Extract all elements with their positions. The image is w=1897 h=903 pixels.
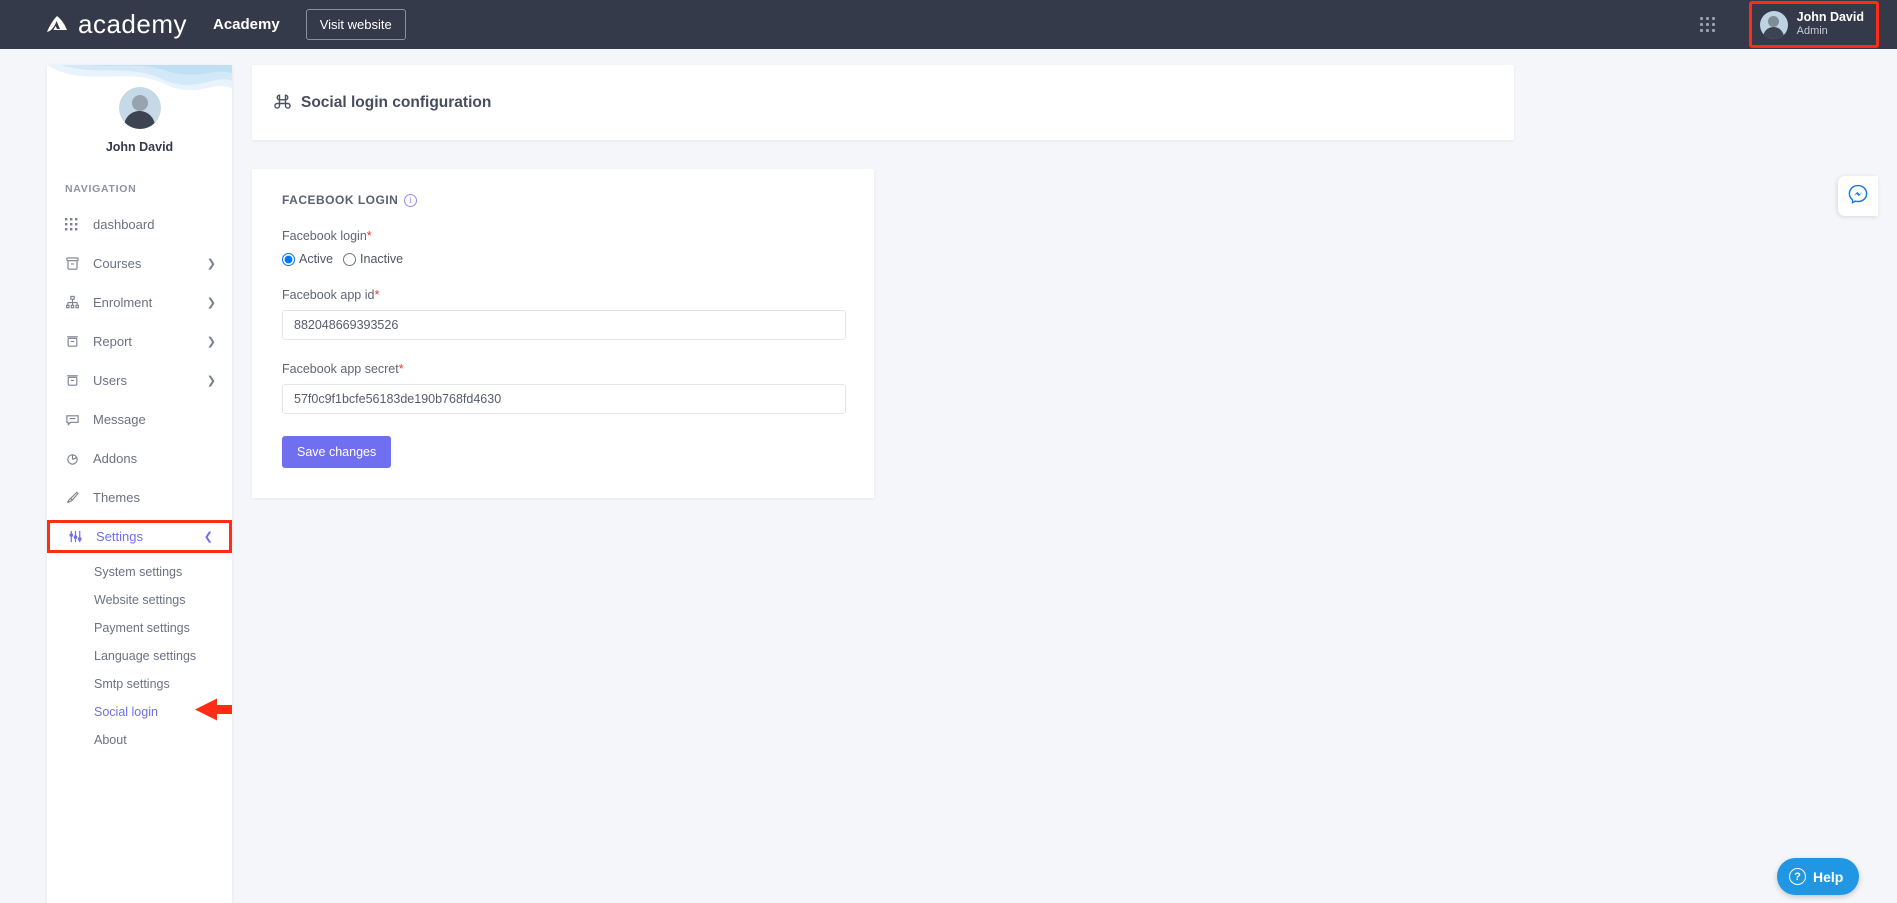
- info-circle-icon[interactable]: i: [404, 194, 417, 207]
- radio-input-inactive[interactable]: [343, 253, 356, 266]
- brand-logo[interactable]: academy: [44, 9, 187, 40]
- topbar-right-group: John David Admin: [1700, 1, 1897, 48]
- messenger-icon: [1847, 183, 1869, 210]
- brand-name: Academy: [213, 16, 280, 33]
- sidebar-item-enrolment[interactable]: Enrolment ❯: [47, 283, 232, 322]
- user-avatar-icon: [1760, 11, 1788, 39]
- sidebar-item-users[interactable]: Users ❯: [47, 361, 232, 400]
- chevron-right-icon: ❯: [207, 296, 216, 309]
- facebook-app-secret-input[interactable]: [282, 384, 846, 414]
- sidebar-item-label: Message: [93, 412, 216, 427]
- brush-icon: [65, 490, 85, 505]
- submenu-item-language-settings[interactable]: Language settings: [47, 642, 232, 670]
- sidebar-item-report[interactable]: Report ❯: [47, 322, 232, 361]
- sidebar-item-label: Addons: [93, 451, 216, 466]
- required-mark: *: [374, 288, 379, 302]
- sidebar-item-dashboard[interactable]: dashboard: [47, 205, 232, 244]
- sidebar-item-label: Report: [93, 334, 207, 349]
- form-legend-label: FACEBOOK LOGIN: [282, 193, 398, 207]
- sliders-icon: [68, 529, 88, 544]
- chevron-right-icon: ❯: [207, 374, 216, 387]
- radio-label-active: Active: [299, 252, 333, 266]
- required-mark: *: [399, 362, 404, 376]
- archive-icon: [65, 256, 85, 271]
- top-navigation-bar: academy Academy Visit website John David…: [0, 0, 1897, 49]
- logo-wordmark: academy: [78, 9, 187, 40]
- sidebar-item-label: Courses: [93, 256, 207, 271]
- submenu-item-about[interactable]: About: [47, 726, 232, 754]
- apps-grid-icon[interactable]: [1700, 17, 1715, 32]
- chat-icon: [65, 412, 85, 427]
- visit-website-button[interactable]: Visit website: [306, 9, 406, 40]
- facebook-login-status-label: Facebook login*: [282, 229, 844, 243]
- chevron-down-icon: ❮: [204, 530, 213, 543]
- facebook-app-secret-label: Facebook app secret*: [282, 362, 844, 376]
- sidebar-item-label: dashboard: [93, 217, 216, 232]
- facebook-app-id-label: Facebook app id*: [282, 288, 844, 302]
- sidebar-item-label: Enrolment: [93, 295, 207, 310]
- sidebar-item-message[interactable]: Message: [47, 400, 232, 439]
- submenu-item-system-settings[interactable]: System settings: [47, 558, 232, 586]
- settings-submenu: System settings Website settings Payment…: [47, 556, 232, 754]
- sidebar-item-courses[interactable]: Courses ❯: [47, 244, 232, 283]
- form-legend: FACEBOOK LOGIN i: [282, 193, 844, 207]
- sidebar-item-settings[interactable]: Settings ❮: [47, 520, 232, 553]
- sidebar-item-themes[interactable]: Themes: [47, 478, 232, 517]
- sidebar-user-name: John David: [47, 140, 232, 154]
- submenu-row-social-login: Social login: [47, 698, 232, 726]
- sidebar-item-label: Settings: [96, 529, 204, 544]
- command-icon: [274, 92, 291, 114]
- sidebar: John David NAVIGATION dashboard Courses …: [47, 65, 232, 903]
- submenu-item-website-settings[interactable]: Website settings: [47, 586, 232, 614]
- help-button[interactable]: ? Help: [1777, 858, 1859, 895]
- pie-chart-icon: [65, 451, 85, 466]
- navigation-list: dashboard Courses ❯ Enrolment ❯: [47, 205, 232, 754]
- facebook-login-status-radio-group[interactable]: Active Inactive: [282, 252, 844, 266]
- box-icon: [65, 373, 85, 388]
- user-name: John David: [1797, 10, 1864, 26]
- sidebar-item-label: Users: [93, 373, 207, 388]
- facebook-app-id-input[interactable]: [282, 310, 846, 340]
- save-changes-button[interactable]: Save changes: [282, 436, 391, 468]
- radio-input-active[interactable]: [282, 253, 295, 266]
- user-profile-menu[interactable]: John David Admin: [1749, 1, 1879, 48]
- navigation-section-title: NAVIGATION: [65, 183, 232, 195]
- radio-option-inactive[interactable]: Inactive: [343, 252, 403, 266]
- radio-label-inactive: Inactive: [360, 252, 403, 266]
- box-icon: [65, 334, 85, 349]
- submenu-item-social-login[interactable]: Social login: [47, 698, 158, 726]
- pointer-arrow-icon: [195, 699, 232, 726]
- radio-option-active[interactable]: Active: [282, 252, 333, 266]
- academy-logo-icon: [44, 12, 70, 38]
- required-mark: *: [367, 229, 372, 243]
- user-role: Admin: [1797, 25, 1864, 39]
- sidebar-item-label: Themes: [93, 490, 216, 505]
- submenu-item-smtp-settings[interactable]: Smtp settings: [47, 670, 232, 698]
- messenger-chat-tab[interactable]: [1838, 176, 1878, 216]
- chevron-right-icon: ❯: [207, 335, 216, 348]
- sidebar-item-addons[interactable]: Addons: [47, 439, 232, 478]
- submenu-item-payment-settings[interactable]: Payment settings: [47, 614, 232, 642]
- page-title: Social login configuration: [301, 94, 491, 112]
- page-header-card: Social login configuration: [252, 65, 1514, 140]
- main-content: Social login configuration FACEBOOK LOGI…: [252, 65, 1514, 498]
- sitemap-icon: [65, 295, 85, 310]
- chevron-right-icon: ❯: [207, 257, 216, 270]
- question-circle-icon: ?: [1789, 868, 1806, 885]
- help-button-label: Help: [1813, 869, 1843, 885]
- facebook-login-form-card: FACEBOOK LOGIN i Facebook login* Active …: [252, 169, 874, 498]
- grid-dots-icon: [65, 218, 85, 231]
- user-avatar-icon: [119, 87, 161, 129]
